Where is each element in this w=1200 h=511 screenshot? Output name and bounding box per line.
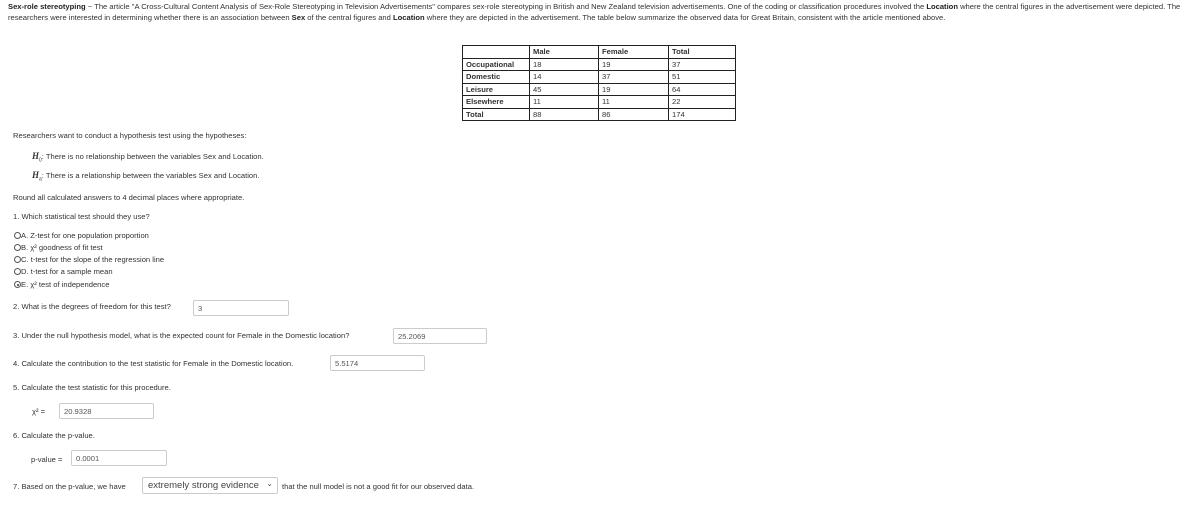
hypotheses-intro: Researchers want to conduct a hypothesis… (13, 131, 247, 140)
cell: 11 (598, 95, 669, 109)
cell: 22 (668, 95, 736, 109)
expected-count-input[interactable]: 25.2069 (393, 328, 487, 344)
test-statistic-input[interactable]: 20.9328 (59, 403, 154, 419)
header-cell: Male (529, 45, 599, 59)
question-1: 1. Which statistical test should they us… (13, 212, 150, 221)
option-c[interactable]: C. t-test for the slope of the regressio… (14, 255, 164, 264)
rounding-instruction: Round all calculated answers to 4 decima… (13, 193, 245, 202)
table-header-row: Male Female Total (462, 45, 736, 59)
row-label: Leisure (462, 82, 530, 96)
question-7-suffix: that the null model is not a good fit fo… (282, 482, 475, 491)
problem-title: Sex-role stereotyping (8, 2, 86, 11)
row-label: Occupational (462, 57, 530, 71)
question-6: 6. Calculate the p-value. (13, 431, 95, 440)
header-cell (462, 45, 530, 59)
header-cell: Total (668, 45, 736, 59)
null-hypothesis-text: : There is no relationship between the v… (41, 152, 264, 161)
location-term: Location (392, 13, 425, 22)
null-hypothesis: H0: There is no relationship between the… (32, 151, 264, 164)
intro-text: of the central figures and (305, 13, 393, 22)
radio-button[interactable] (14, 244, 21, 251)
table-row: Elsewhere 11 11 22 (462, 95, 736, 109)
option-label: B. χ² goodness of fit test (21, 243, 103, 252)
cell: 11 (529, 95, 599, 109)
question-5: 5. Calculate the test statistic for this… (13, 383, 171, 392)
option-label: E. χ² test of independence (21, 280, 110, 289)
cell: 88 (529, 107, 599, 121)
cell: 51 (668, 70, 736, 84)
row-label: Domestic (462, 70, 530, 84)
sex-term: Sex (291, 13, 306, 22)
cell: 18 (529, 57, 599, 71)
cell: 19 (598, 82, 669, 96)
option-a[interactable]: A. Z-test for one population proportion (14, 231, 149, 240)
option-b[interactable]: B. χ² goodness of fit test (14, 243, 103, 252)
p-value-label: p-value = (31, 455, 63, 464)
radio-button[interactable] (14, 256, 21, 263)
cell: 86 (598, 107, 669, 121)
question-7: 7. Based on the p-value, we have (13, 482, 126, 491)
option-label: D. t-test for a sample mean (21, 267, 113, 276)
intro-text: The article "A Cross-Cultural Content An… (94, 2, 927, 11)
cell: 14 (529, 70, 599, 84)
evidence-dropdown[interactable]: extremely strong evidence ⌄ (142, 477, 278, 494)
cell: 37 (668, 57, 736, 71)
h-symbol: H (32, 170, 40, 180)
table-row: Domestic 14 37 51 (462, 70, 736, 84)
problem-intro: Sex-role stereotyping ~ The article "A C… (8, 1, 1193, 23)
cell: 37 (598, 70, 669, 84)
chevron-down-icon: ⌄ (266, 479, 273, 488)
p-value-input[interactable]: 0.0001 (71, 450, 167, 466)
degrees-of-freedom-input[interactable]: 3 (193, 300, 289, 316)
intro-text: where they are depicted in the advertise… (424, 13, 946, 22)
chi-square-label: χ² = (32, 407, 46, 416)
cell: 64 (668, 82, 736, 96)
table-row: Leisure 45 19 64 (462, 82, 736, 96)
radio-button[interactable] (14, 268, 21, 275)
radio-button[interactable] (14, 232, 21, 239)
cell: 174 (668, 107, 736, 121)
option-label: A. Z-test for one population proportion (21, 231, 149, 240)
row-label: Elsewhere (462, 95, 530, 109)
header-cell: Female (598, 45, 669, 59)
alternative-hypothesis-text: : There is a relationship between the va… (41, 171, 260, 180)
radio-button-selected[interactable] (14, 281, 21, 288)
location-term: Location (926, 2, 958, 11)
question-2: 2. What is the degrees of freedom for th… (13, 302, 171, 311)
h-symbol: H (32, 151, 40, 161)
option-d[interactable]: D. t-test for a sample mean (14, 267, 113, 276)
contribution-input[interactable]: 5.5174 (330, 355, 425, 371)
question-4: 4. Calculate the contribution to the tes… (13, 359, 294, 368)
alternative-hypothesis: Ha: There is a relationship between the … (32, 170, 259, 183)
option-label: C. t-test for the slope of the regressio… (21, 255, 165, 264)
option-e[interactable]: E. χ² test of independence (14, 280, 109, 289)
cell: 45 (529, 82, 599, 96)
observed-data-table: Male Female Total Occupational 18 19 37 Domes… (462, 45, 736, 121)
question-3: 3. Under the null hypothesis model, what… (13, 331, 350, 340)
table-row: Total 88 86 174 (462, 107, 736, 121)
dropdown-value: extremely strong evidence (148, 480, 259, 491)
dash: ~ (85, 2, 95, 11)
table-row: Occupational 18 19 37 (462, 57, 736, 71)
row-label: Total (462, 107, 530, 121)
cell: 19 (598, 57, 669, 71)
